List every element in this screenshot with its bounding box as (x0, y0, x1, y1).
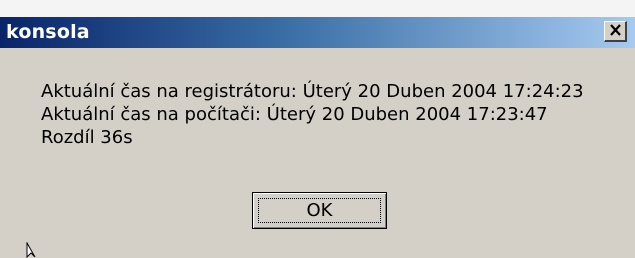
dialog-window: konsola Aktuální čas na registrátoru: Út… (0, 0, 635, 258)
title-bar[interactable]: konsola (0, 17, 635, 48)
window-top-strip (0, 0, 635, 17)
window-title: konsola (6, 21, 90, 43)
ok-button[interactable]: OK (252, 192, 387, 229)
close-button[interactable] (604, 21, 627, 42)
ok-button-label: OK (258, 198, 381, 223)
registrar-time-text: Aktuální čas na registrátoru: Úterý 20 D… (41, 81, 584, 102)
computer-time-text: Aktuální čas na počítači: Úterý 20 Duben… (41, 104, 548, 125)
time-difference-text: Rozdíl 36s (41, 127, 133, 148)
message-text: Aktuální čas na registrátoru: Úterý 20 D… (41, 80, 584, 149)
close-icon (609, 21, 622, 41)
